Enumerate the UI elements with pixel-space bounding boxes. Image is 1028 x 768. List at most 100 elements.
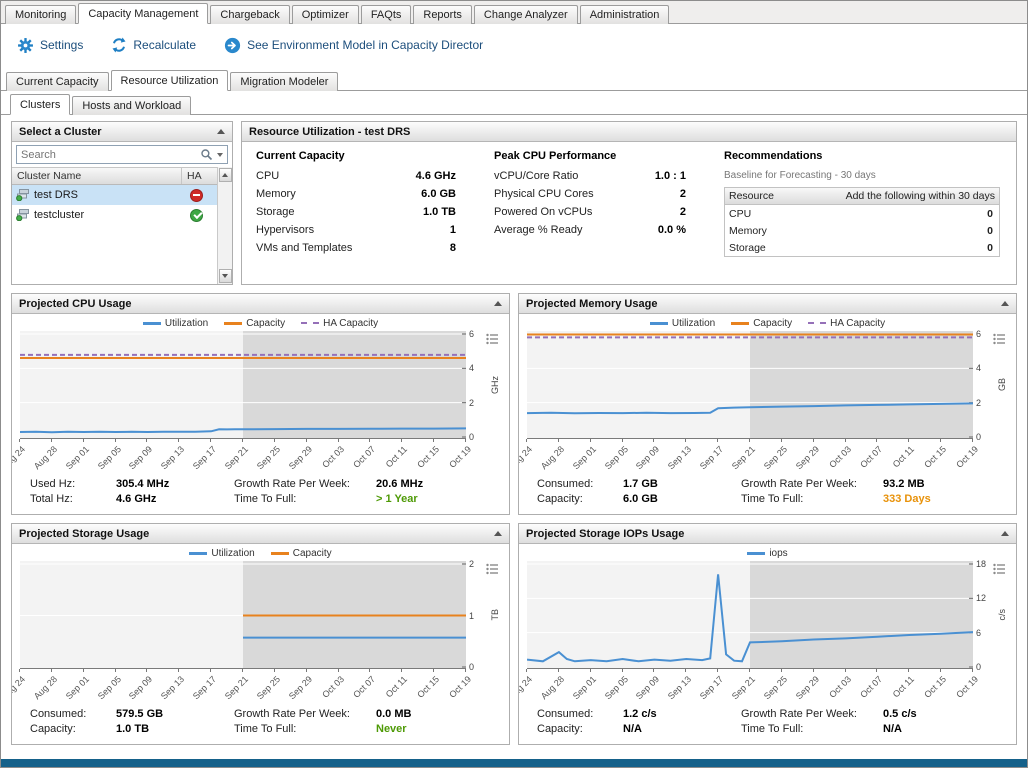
chart-panel-projected-cpu-usage: Projected CPU Usage Utilization Capacity HA… [11,293,510,515]
chart-body: UtilizationCapacity012TBAug 24Aug 28Sep … [12,544,509,744]
chart-panel-projected-memory-usage: Projected Memory UsageUtilizationCapacit… [518,293,1017,515]
resource-panel-header: Resource Utilization - test DRS [242,122,1016,142]
legend-swatch [224,322,242,325]
x-tick-mark [717,439,718,442]
environment-model-link[interactable]: See Environment Model in Capacity Direct… [224,37,483,54]
subtab-current-capacity[interactable]: Current Capacity [6,72,109,91]
x-tick-mark [876,669,877,672]
search-input[interactable] [21,149,200,161]
cluster-lower: Cluster Name HA test DRStestcluster [12,167,232,284]
collapse-icon[interactable] [1001,301,1009,306]
tab-optimizer[interactable]: Optimizer [292,5,359,24]
metric-label: Powered On vCPUs [494,206,592,218]
tab-change-analyzer[interactable]: Change Analyzer [474,5,578,24]
plot-svg [20,561,466,668]
legend-label: Capacity [246,318,285,329]
x-tick-mark [558,439,559,442]
scroll-up-icon[interactable] [219,168,232,182]
column-cluster-name[interactable]: Cluster Name [12,170,181,182]
x-tick-mark [242,439,243,442]
current-capacity-heading: Current Capacity [256,150,456,162]
y-tick-label: 6 [976,628,981,638]
legend-item-utilization: Utilization [189,548,254,559]
y-tick-label: 0 [469,662,474,672]
collapse-icon[interactable] [217,129,225,134]
subtab-resource-utilization[interactable]: Resource Utilization [111,70,229,91]
stat-label: Time To Full: [741,493,883,505]
chart-title: Projected Storage Usage [19,528,149,540]
chart-x-axis: Aug 24Aug 28Sep 01Sep 05Sep 09Sep 13Sep … [20,439,466,477]
viewtab-hosts-and-workload[interactable]: Hosts and Workload [72,96,191,115]
cluster-row-test-drs[interactable]: test DRS [12,185,217,205]
tab-administration[interactable]: Administration [580,5,670,24]
x-tick-mark [433,669,434,672]
cluster-search-box [16,145,228,164]
tab-capacity-management[interactable]: Capacity Management [78,3,208,24]
column-resource: Resource [725,188,801,204]
x-tick-mark [369,439,370,442]
settings-button[interactable]: Settings [17,37,83,54]
metric-value: 1.0 : 1 [655,170,686,182]
metric-row-vcpu-core-ratio: vCPU/Core Ratio1.0 : 1 [494,170,686,182]
search-dropdown-caret[interactable] [217,153,223,157]
peak-cpu-heading: Peak CPU Performance [494,150,686,162]
stat-value: N/A [623,723,741,735]
legend-label: Utilization [165,318,208,329]
legend-label: Utilization [211,548,254,559]
recalculate-button[interactable]: Recalculate [111,37,196,53]
x-tick-mark [876,439,877,442]
x-tick-mark [717,669,718,672]
cluster-row-testcluster[interactable]: testcluster [12,205,217,225]
y-tick-label: 4 [976,363,981,373]
x-tick-mark [242,669,243,672]
collapse-icon[interactable] [1001,531,1009,536]
ha-cell [181,189,217,202]
tab-faqts[interactable]: FAQts [361,5,412,24]
chart-legend: UtilizationCapacityHA Capacity [527,315,1008,331]
subtab-migration-modeler[interactable]: Migration Modeler [230,72,338,91]
tab-chargeback[interactable]: Chargeback [210,5,289,24]
cluster-scrollbar[interactable] [217,167,232,284]
chart-y-axis: 0246 [466,331,488,439]
ha-enabled-icon [190,209,203,222]
collapse-icon[interactable] [494,531,502,536]
column-ha[interactable]: HA [181,168,217,184]
chart-panel-header: Projected Memory Usage [519,294,1016,314]
metric-label: Hypervisors [256,224,314,236]
legend-item-ha-capacity: HA Capacity [301,318,378,329]
stat-label: Total Hz: [30,493,116,505]
chart-legend: UtilizationCapacity [20,545,501,561]
chart-title: Projected Storage IOPs Usage [526,528,684,540]
scroll-down-icon[interactable] [219,269,232,283]
stat-label: Growth Rate Per Week: [741,708,883,720]
settings-label: Settings [40,38,83,52]
metric-value: 6.0 GB [421,188,456,200]
recommendation-value: 0 [801,225,999,237]
legend-item-utilization: Utilization [143,318,208,329]
metric-label: Physical CPU Cores [494,188,594,200]
x-tick-mark [19,669,20,672]
legend-swatch [747,552,765,555]
stat-label: Growth Rate Per Week: [741,478,883,490]
search-icon[interactable] [200,148,213,161]
x-tick-mark [749,439,750,442]
stat-label: Consumed: [537,478,623,490]
recommendations-subtitle: Baseline for Forecasting - 30 days [724,170,1000,181]
stat-label: Time To Full: [234,723,376,735]
chart-panel-header: Projected CPU Usage [12,294,509,314]
tab-monitoring[interactable]: Monitoring [5,5,76,24]
chart-y-axis: 0246 [973,331,995,439]
legend-label: HA Capacity [830,318,885,329]
cluster-body: Cluster Name HA test DRStestcluster [12,142,232,284]
tab-reports[interactable]: Reports [413,5,472,24]
collapse-icon[interactable] [494,301,502,306]
stat-value: 20.6 MHz [376,478,497,490]
stat-label: Used Hz: [30,478,116,490]
viewtab-clusters[interactable]: Clusters [10,94,70,115]
recommendations-table-header: Resource Add the following within 30 day… [725,188,999,205]
metric-value: 0.0 % [658,224,686,236]
peak-cpu-rows: vCPU/Core Ratio1.0 : 1 Physical CPU Cores… [494,170,686,236]
x-tick-mark [749,669,750,672]
metric-value: 2 [680,188,686,200]
column-add-within-30-days: Add the following within 30 days [801,188,999,204]
